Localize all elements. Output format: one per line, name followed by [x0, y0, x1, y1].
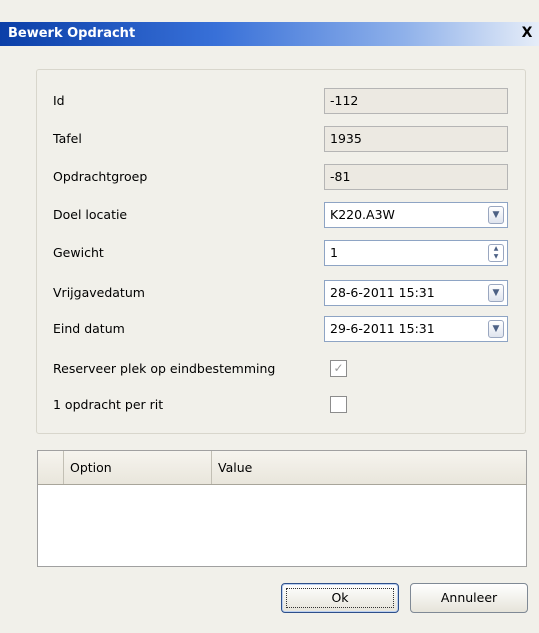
options-grid[interactable]: Option Value: [37, 450, 527, 567]
grid-row-header-corner: [38, 451, 64, 484]
column-header-option[interactable]: Option: [64, 451, 212, 484]
gewicht-spinner[interactable]: 1 ▲ ▼: [324, 240, 508, 266]
dialog-window: Bewerk Opdracht X Id -112 Tafel 1935 Opd…: [0, 0, 539, 633]
spin-up-icon[interactable]: ▲: [489, 245, 503, 253]
window-title: Bewerk Opdracht: [8, 26, 136, 41]
id-field[interactable]: -112: [324, 88, 508, 114]
eind-datum-value: 29-6-2011 15:31: [330, 321, 435, 336]
spinner-icon: ▲ ▼: [488, 244, 504, 262]
opdrachtgroep-value: -81: [330, 169, 351, 184]
title-bar: Bewerk Opdracht X: [0, 22, 539, 46]
gewicht-label: Gewicht: [53, 245, 104, 260]
vrijgavedatum-picker[interactable]: 28-6-2011 15:31 ▼: [324, 280, 508, 306]
eind-datum-picker[interactable]: 29-6-2011 15:31 ▼: [324, 316, 508, 342]
tafel-value: 1935: [330, 131, 362, 146]
tafel-field[interactable]: 1935: [324, 126, 508, 152]
close-icon[interactable]: X: [519, 25, 535, 41]
vrijgavedatum-label: Vrijgavedatum: [53, 285, 145, 300]
spin-down-icon[interactable]: ▼: [489, 253, 503, 261]
opdrachtgroep-label: Opdrachtgroep: [53, 169, 148, 184]
grid-header: Option Value: [38, 451, 526, 485]
eind-datum-label: Eind datum: [53, 321, 125, 336]
per-rit-checkbox[interactable]: [330, 396, 347, 413]
gewicht-value: 1: [330, 245, 338, 260]
chevron-down-icon[interactable]: ▼: [488, 284, 504, 302]
doel-locatie-label: Doel locatie: [53, 207, 128, 222]
annuleer-button-label: Annuleer: [440, 590, 498, 605]
checkmark-icon: ✓: [333, 361, 344, 375]
opdrachtgroep-field[interactable]: -81: [324, 164, 508, 190]
per-rit-label: 1 opdracht per rit: [53, 397, 164, 412]
doel-locatie-combo[interactable]: K220.A3W ▼: [324, 202, 508, 228]
id-value: -112: [330, 93, 359, 108]
chevron-down-icon[interactable]: ▼: [488, 206, 504, 224]
id-label: Id: [53, 93, 65, 108]
tafel-label: Tafel: [53, 131, 82, 146]
reserveer-label: Reserveer plek op eindbestemming: [53, 361, 276, 376]
vrijgavedatum-value: 28-6-2011 15:31: [330, 285, 435, 300]
reserveer-checkbox[interactable]: ✓: [330, 360, 347, 377]
ok-button[interactable]: Ok: [281, 583, 399, 613]
chevron-down-icon[interactable]: ▼: [488, 320, 504, 338]
column-header-value[interactable]: Value: [212, 451, 526, 484]
annuleer-button[interactable]: Annuleer: [410, 583, 528, 613]
doel-locatie-value: K220.A3W: [330, 207, 395, 222]
ok-button-label: Ok: [331, 590, 349, 605]
